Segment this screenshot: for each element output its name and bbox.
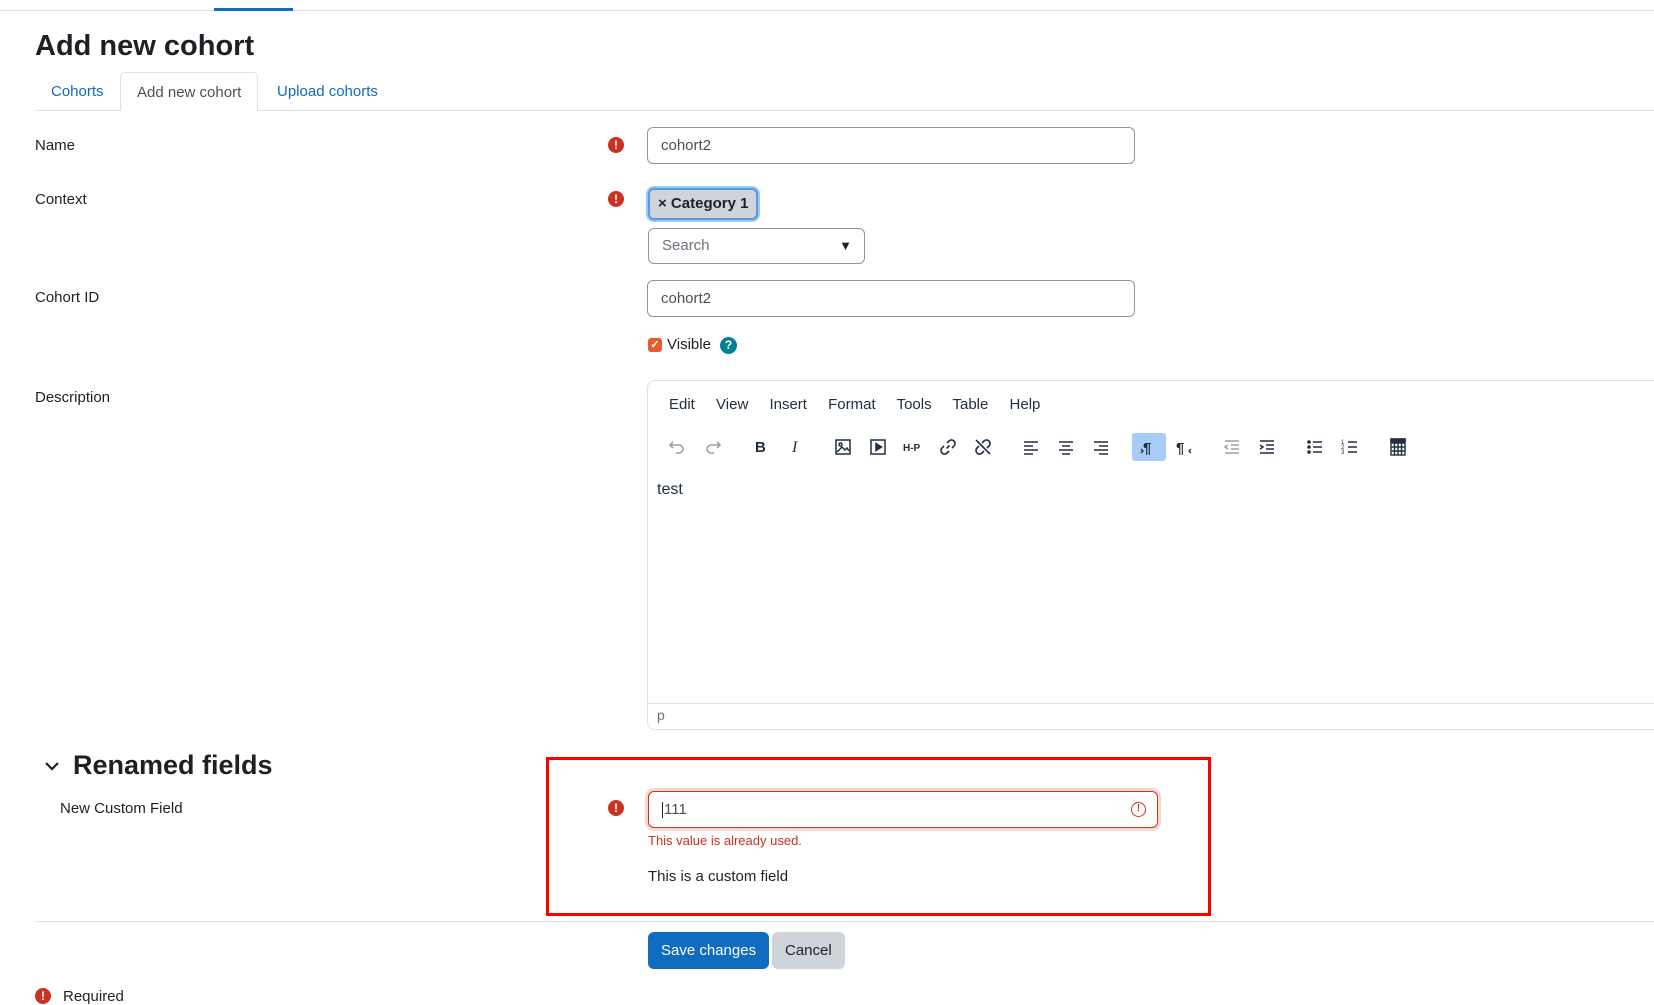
svg-text:3: 3 [1341, 450, 1345, 456]
section-title[interactable]: Renamed fields [73, 748, 273, 782]
tab-upload-cohorts[interactable]: Upload cohorts [261, 72, 394, 111]
help-icon[interactable]: ? [720, 337, 737, 354]
cohort-id-input[interactable]: cohort2 [647, 280, 1135, 317]
h5p-icon[interactable]: H-P [896, 433, 930, 461]
editor-element-path[interactable]: p [657, 707, 665, 723]
undo-icon[interactable] [660, 433, 694, 461]
svg-text:B: B [755, 439, 766, 456]
menu-tools[interactable]: Tools [897, 396, 932, 413]
menu-insert[interactable]: Insert [769, 396, 807, 413]
custom-field-input[interactable]: 111 ! [648, 791, 1158, 828]
visible-checkbox[interactable]: ✓ [648, 338, 662, 352]
menu-table[interactable]: Table [953, 396, 989, 413]
ltr-icon[interactable]: ¶ [1132, 433, 1166, 461]
error-icon: ! [1131, 802, 1146, 817]
required-icon: ! [608, 191, 624, 207]
rtl-icon[interactable]: ¶ [1167, 433, 1201, 461]
svg-text:H-P: H-P [903, 443, 921, 454]
media-icon[interactable] [861, 433, 895, 461]
indent-icon[interactable] [1250, 433, 1284, 461]
menu-help[interactable]: Help [1010, 396, 1041, 413]
save-button[interactable]: Save changes [648, 932, 770, 969]
svg-text:I: I [791, 439, 798, 456]
required-legend: Required [63, 988, 124, 1005]
numbered-list-icon[interactable]: 123 [1333, 433, 1367, 461]
required-icon: ! [608, 800, 624, 816]
bullet-list-icon[interactable] [1298, 433, 1332, 461]
menu-edit[interactable]: Edit [669, 396, 695, 413]
name-label: Name [35, 137, 76, 154]
menu-format[interactable]: Format [828, 396, 876, 413]
editor-status-divider [648, 703, 1654, 704]
footer-divider [35, 921, 1654, 922]
cohort-id-label: Cohort ID [35, 289, 100, 306]
align-right-icon[interactable] [1084, 433, 1118, 461]
context-search-placeholder: Search [662, 237, 710, 254]
unlink-icon[interactable] [966, 433, 1000, 461]
outdent-icon[interactable] [1215, 433, 1249, 461]
tab-cohorts[interactable]: Cohorts [35, 72, 120, 111]
highlight-box [546, 757, 1211, 916]
link-icon[interactable] [931, 433, 965, 461]
text-cursor [662, 802, 663, 819]
menu-view[interactable]: View [716, 396, 748, 413]
error-message: This value is already used. [648, 833, 802, 848]
required-icon: ! [35, 988, 51, 1004]
editor-menubar: Edit View Insert Format Tools Table Help [669, 396, 1057, 413]
tab-add-new-cohort[interactable]: Add new cohort [120, 72, 259, 111]
svg-text:¶: ¶ [1176, 440, 1184, 457]
context-label: Context [35, 191, 87, 208]
name-input[interactable]: cohort2 [647, 127, 1135, 164]
italic-icon[interactable]: I [778, 433, 812, 461]
context-search-select[interactable]: Search ▼ [648, 228, 865, 264]
required-icon: ! [608, 137, 624, 153]
visible-label: Visible [667, 336, 711, 353]
image-icon[interactable] [826, 433, 860, 461]
top-nav-active-indicator [214, 8, 293, 11]
editor-content[interactable]: test [657, 481, 683, 499]
custom-field-value: 111 [664, 801, 687, 818]
custom-field-label: New Custom Field [60, 800, 183, 817]
bold-icon[interactable]: B [743, 433, 777, 461]
svg-text:¶: ¶ [1143, 440, 1151, 457]
custom-field-help: This is a custom field [648, 868, 789, 885]
description-label: Description [35, 389, 111, 406]
context-selected-chip[interactable]: × Category 1 [648, 188, 759, 220]
align-center-icon[interactable] [1049, 433, 1083, 461]
cancel-button[interactable]: Cancel [772, 932, 845, 969]
align-left-icon[interactable] [1014, 433, 1048, 461]
chevron-down-icon[interactable] [42, 756, 62, 776]
calculator-icon[interactable] [1381, 433, 1415, 461]
redo-icon[interactable] [696, 433, 730, 461]
chevron-down-icon: ▼ [839, 238, 852, 253]
page-title: Add new cohort [35, 30, 255, 62]
